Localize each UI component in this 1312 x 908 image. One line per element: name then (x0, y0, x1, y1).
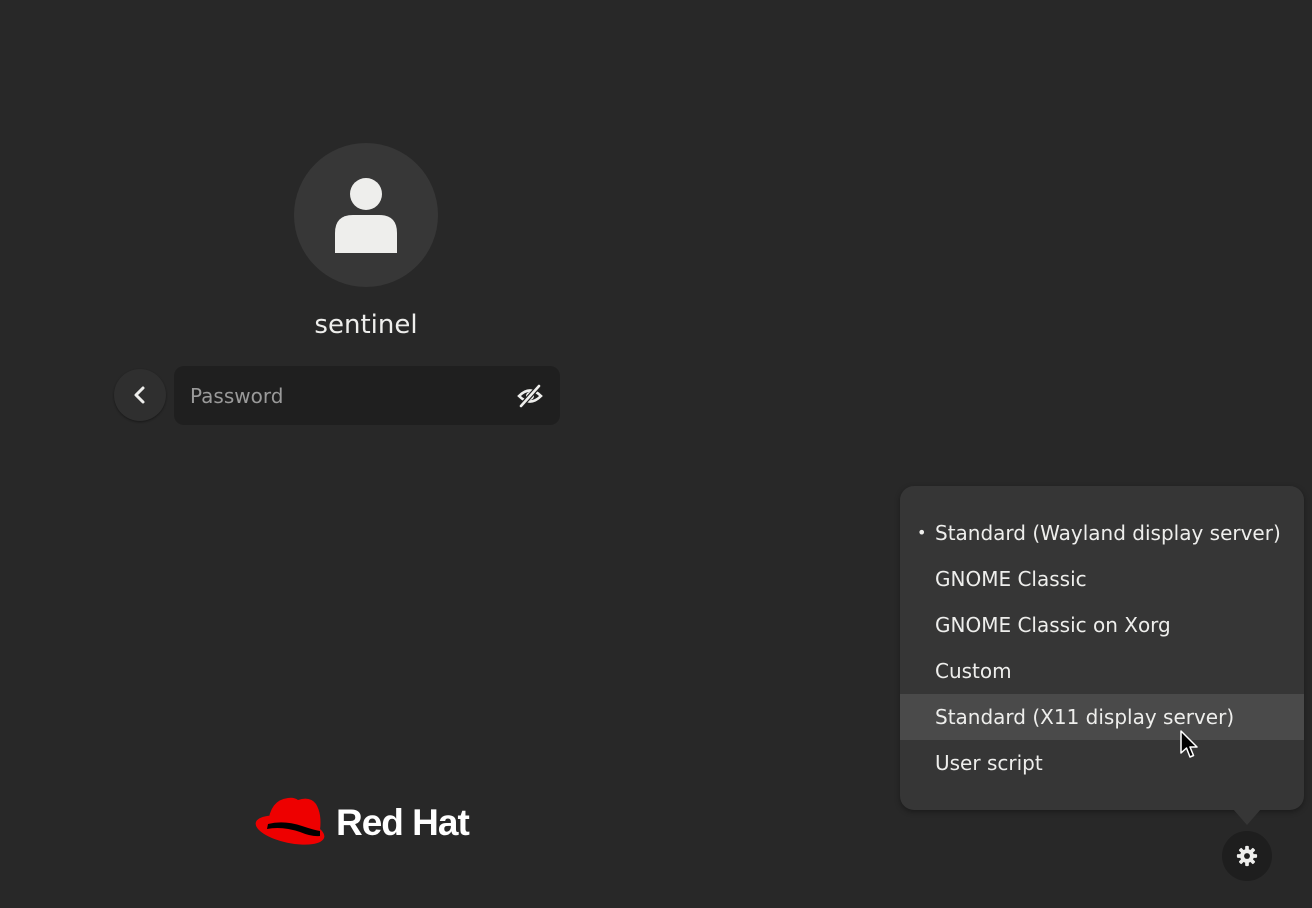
menu-pointer-arrow (1233, 809, 1261, 825)
user-avatar (294, 143, 438, 287)
session-item-wayland[interactable]: • Standard (Wayland display server) (900, 510, 1304, 556)
username-label: sentinel (314, 310, 418, 340)
red-hat-logo: Red Hat (254, 794, 470, 852)
session-menu: • Standard (Wayland display server) GNOM… (900, 486, 1304, 825)
session-item-label: Standard (Wayland display server) (935, 521, 1281, 545)
session-item-user-script[interactable]: User script (900, 740, 1304, 786)
session-item-gnome-classic[interactable]: GNOME Classic (900, 556, 1304, 602)
session-item-x11[interactable]: Standard (X11 display server) (900, 694, 1304, 740)
session-item-custom[interactable]: Custom (900, 648, 1304, 694)
selected-indicator: • (917, 523, 927, 542)
eye-slash-icon (517, 384, 543, 408)
session-item-gnome-classic-xorg[interactable]: GNOME Classic on Xorg (900, 602, 1304, 648)
session-item-label: User script (935, 751, 1043, 775)
session-settings-button[interactable] (1222, 831, 1272, 881)
session-item-label: Custom (935, 659, 1012, 683)
back-button[interactable] (114, 369, 166, 421)
gear-icon (1236, 845, 1258, 867)
reveal-password-button[interactable] (516, 383, 544, 409)
login-screen: sentinel • Standard (Wayland display ser… (0, 0, 1312, 908)
user-icon (335, 178, 397, 253)
red-hat-fedora-icon (255, 797, 325, 845)
password-input[interactable] (174, 366, 494, 425)
session-item-label: GNOME Classic on Xorg (935, 613, 1171, 637)
password-field-container (174, 366, 560, 425)
logo-text: Red Hat (336, 802, 470, 843)
session-item-label: GNOME Classic (935, 567, 1087, 591)
chevron-left-icon (134, 386, 145, 404)
session-item-label: Standard (X11 display server) (935, 705, 1235, 729)
